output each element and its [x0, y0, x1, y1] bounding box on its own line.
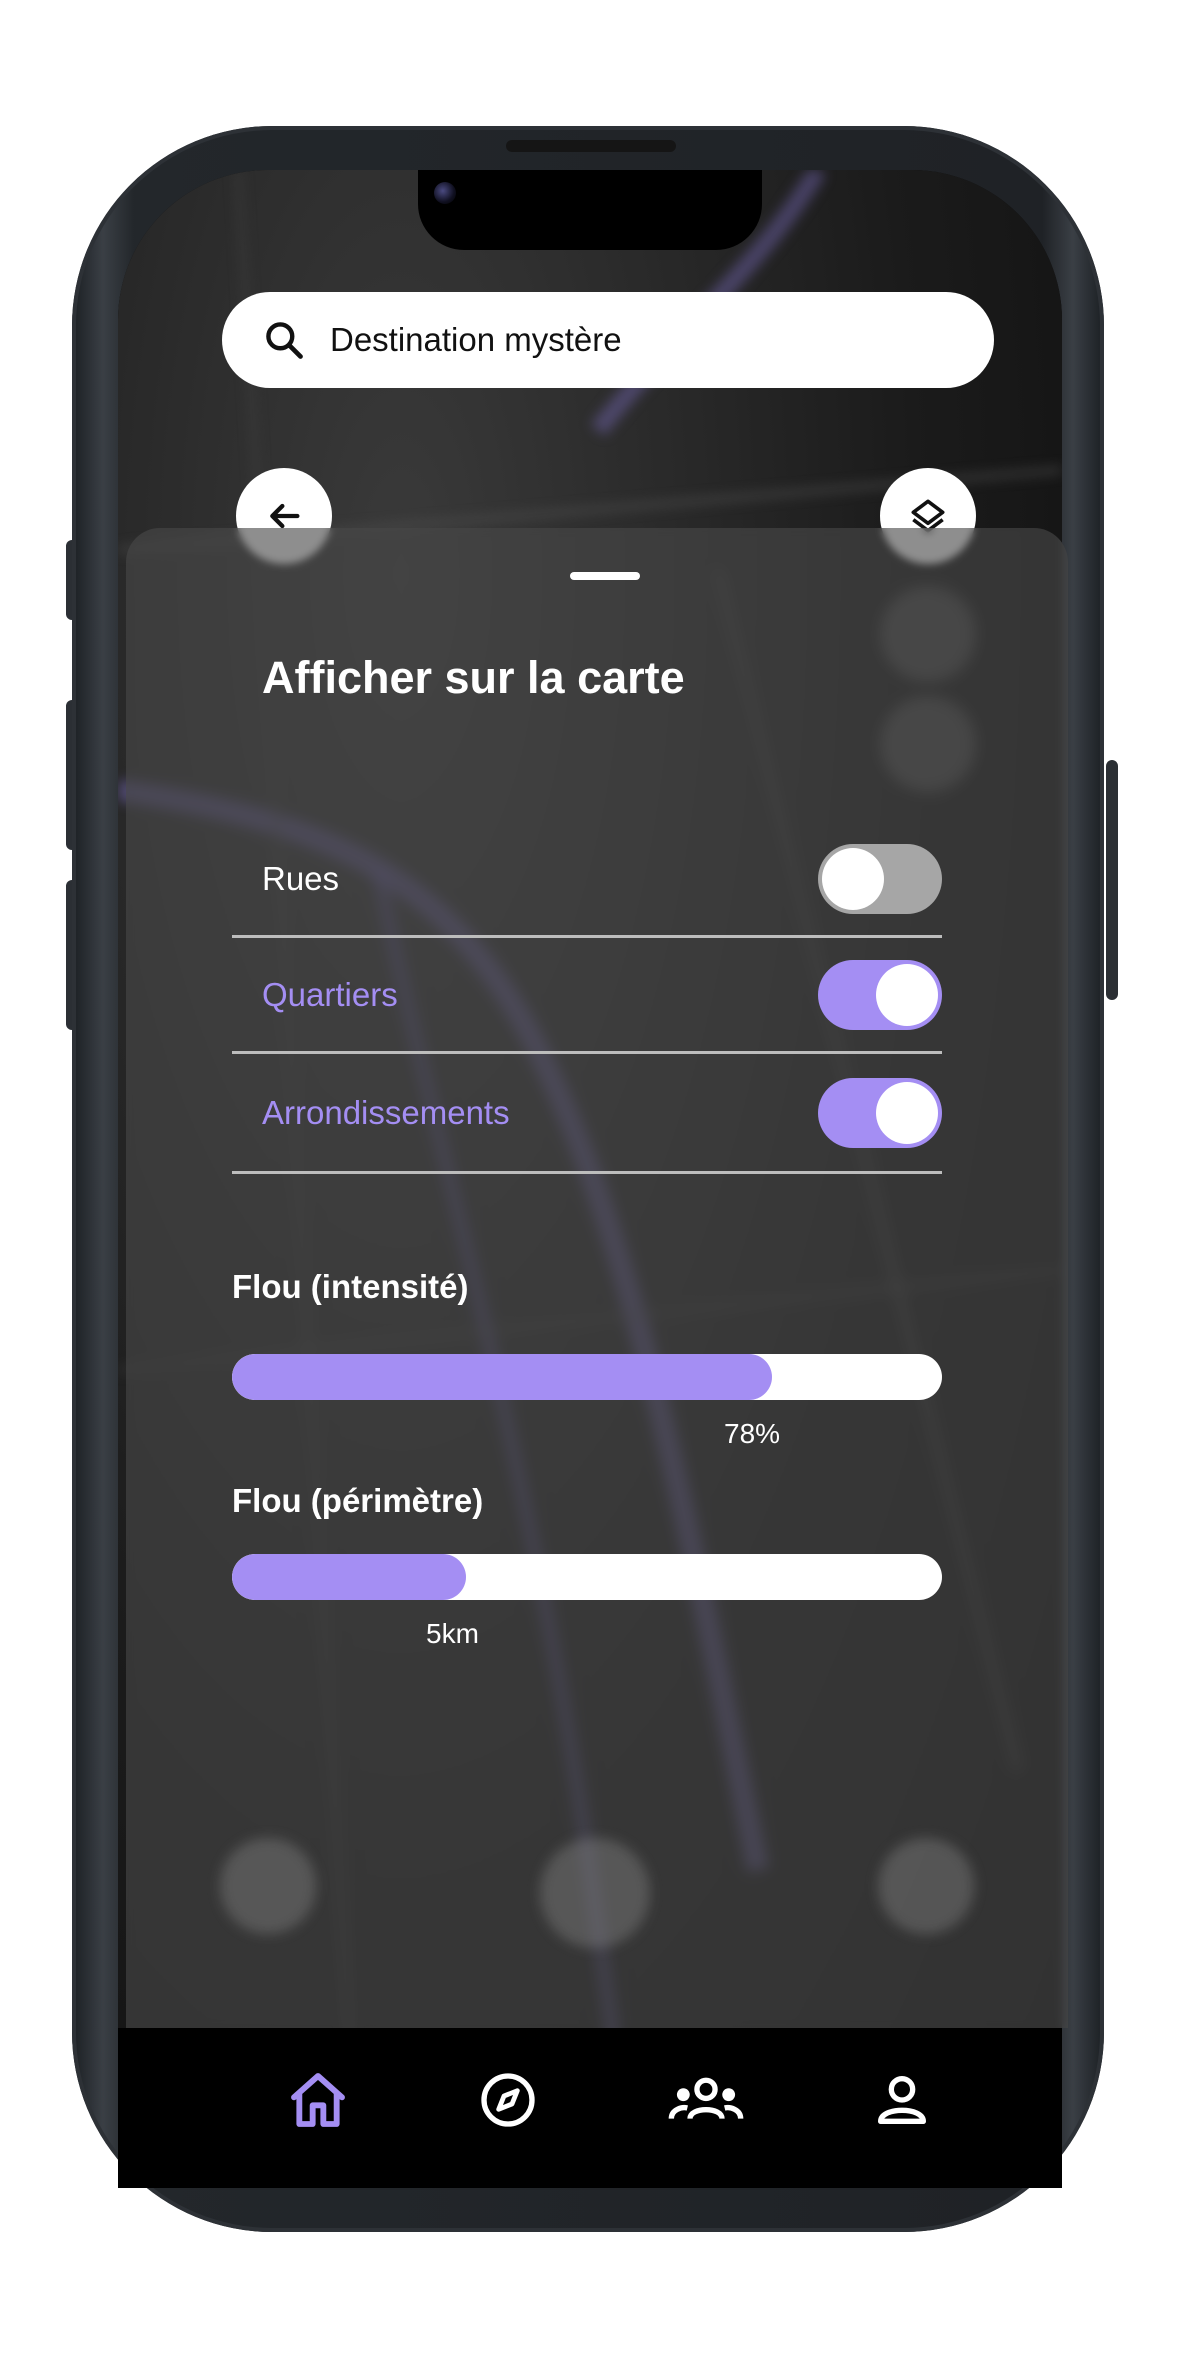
toggle-row-quartiers: Quartiers	[232, 938, 942, 1054]
home-icon	[291, 2073, 345, 2127]
arrondissements-toggle[interactable]	[818, 1077, 942, 1148]
blurred-map-button	[220, 1838, 316, 1934]
compass-icon	[481, 2073, 535, 2127]
bottom-nav	[118, 2028, 1062, 2188]
map-display-panel: Afficher sur la carte Rues Quartiers Arr…	[126, 528, 1068, 2028]
slider-value: 78%	[724, 1418, 781, 1449]
blur-intensity-slider[interactable]	[232, 1354, 942, 1400]
rues-toggle[interactable]	[818, 843, 942, 914]
slider-value: 5km	[426, 1618, 479, 1649]
phone-speaker	[506, 140, 676, 152]
blurred-map-button	[878, 1838, 974, 1934]
phone-power-button	[1106, 760, 1118, 1000]
nav-explore[interactable]	[476, 2068, 540, 2132]
blurred-map-button	[540, 1838, 650, 1948]
toggle-label: Arrondissements	[262, 1093, 510, 1131]
quartiers-toggle[interactable]	[818, 959, 942, 1030]
blur-perimeter-slider[interactable]	[232, 1554, 942, 1600]
nav-profile[interactable]	[870, 2068, 934, 2132]
panel-title: Afficher sur la carte	[262, 652, 685, 703]
toggle-knob	[876, 963, 938, 1026]
nav-community[interactable]	[666, 2068, 746, 2132]
toggle-row-rues: Rues	[232, 822, 942, 938]
toggle-label: Quartiers	[262, 975, 398, 1013]
toggle-label: Rues	[262, 859, 340, 897]
app-mockup: Afficher sur la carte Rues Quartiers Arr…	[0, 0, 1199, 2362]
group-icon	[668, 2077, 744, 2120]
nav-home[interactable]	[286, 2068, 350, 2132]
slider-label-perimetre: Flou (périmètre)	[232, 1482, 484, 1519]
search-input[interactable]	[328, 320, 932, 360]
search-icon	[266, 322, 303, 359]
profile-icon	[878, 2076, 926, 2124]
search-bar[interactable]	[222, 292, 994, 388]
sheet-grabber[interactable]	[570, 572, 640, 580]
toggle-knob	[876, 1081, 938, 1144]
slider-label-intensite: Flou (intensité)	[232, 1268, 469, 1305]
phone-camera	[434, 182, 456, 204]
slider-fill	[232, 1354, 772, 1400]
toggle-knob	[822, 847, 884, 910]
phone-notch	[418, 170, 762, 250]
slider-fill	[232, 1554, 467, 1600]
toggle-row-arrondissements: Arrondissements	[232, 1054, 942, 1174]
